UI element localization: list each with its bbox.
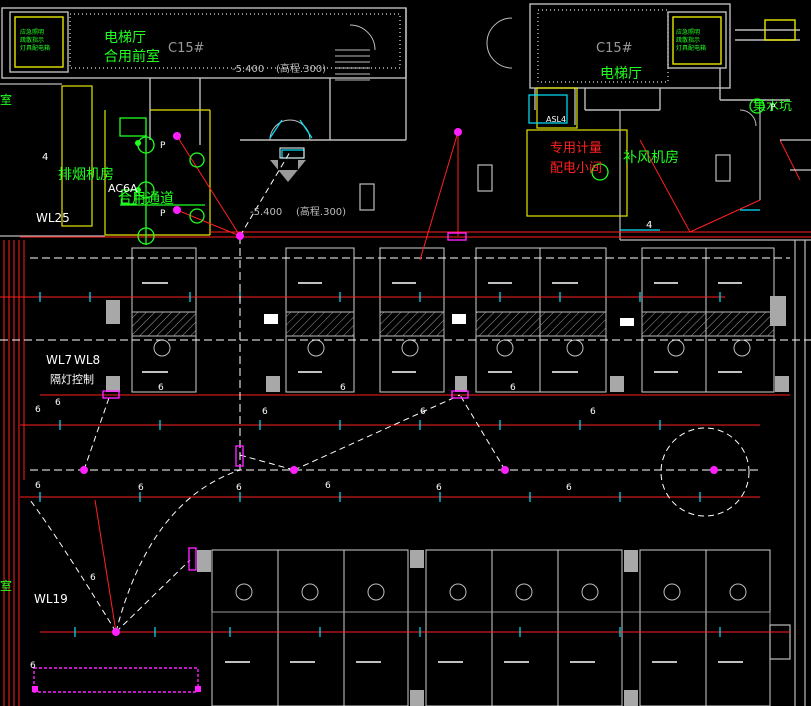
- circuit-wl25: WL25: [36, 211, 70, 225]
- svg-text:6: 6: [590, 407, 596, 417]
- elev-mid: -5.400: [250, 207, 282, 218]
- box-label-left-2: 疏散指示: [20, 36, 44, 44]
- box-label-right-3: 灯具配电箱: [676, 44, 706, 52]
- circuit-wl19: WL19: [34, 592, 68, 606]
- box-label-left-3: 灯具配电箱: [20, 44, 50, 52]
- p-mark-2: P: [160, 209, 166, 219]
- code-label-left: C15#: [168, 41, 205, 56]
- elev-top-note: (高程.300): [276, 62, 326, 75]
- elev-mid-note: (高程.300): [296, 205, 346, 218]
- svg-text:6: 6: [35, 405, 41, 415]
- car-symbols-lower: [235, 583, 747, 601]
- room-label-dedicated-1: 专用计量: [550, 141, 602, 156]
- columns-upper: [106, 296, 789, 392]
- svg-text:6: 6: [90, 573, 96, 583]
- elev-top: -5.400: [232, 64, 264, 75]
- room-label-fragment: 室: [0, 92, 12, 107]
- svg-text:6: 6: [420, 407, 426, 417]
- svg-text:6: 6: [138, 483, 144, 493]
- box-label-right-1: 应急照明: [676, 28, 700, 36]
- stair-treads: [335, 49, 370, 81]
- floor-plan-svg: 电梯厅 合用前室 C15# C15# 电梯厅 排烟机房 合用通道 AC6A 专用…: [0, 3, 811, 706]
- svg-text:6: 6: [236, 483, 242, 493]
- svg-text:6: 6: [566, 483, 572, 493]
- circuit-num-4b: 4: [646, 220, 652, 231]
- svg-text:6: 6: [262, 407, 268, 417]
- top-walls: [1, 3, 800, 145]
- room-label-fresh-air: 补风机房: [623, 150, 679, 166]
- cad-drawing-canvas: 电梯厅 合用前室 C15# C15# 电梯厅 排烟机房 合用通道 AC6A 专用…: [0, 0, 811, 706]
- svg-text:6: 6: [158, 383, 164, 393]
- fixture-boxes: [33, 232, 469, 693]
- stripes-right-top: [780, 139, 811, 171]
- room-label-lobby-left-1: 电梯厅: [104, 30, 146, 46]
- svg-text:6: 6: [325, 481, 331, 491]
- entry-arrow-icon: [270, 160, 306, 182]
- columns-lower: [197, 550, 638, 706]
- left-red-band: [3, 240, 25, 706]
- car-symbols-upper: [153, 339, 751, 357]
- dashed-centerlines: [0, 236, 811, 471]
- ac-label: AC6A: [108, 182, 138, 195]
- box-label-right-2: 疏散指示: [676, 36, 700, 44]
- parking-lower: [211, 549, 771, 706]
- svg-text:6: 6: [510, 383, 516, 393]
- code-label-right: C15#: [596, 41, 633, 56]
- p-mark-1: P: [160, 141, 166, 151]
- circuit-wl7: WL7: [46, 353, 72, 367]
- small-panel-label: ASL4: [546, 115, 566, 124]
- svg-text:6: 6: [35, 481, 41, 491]
- circuit-num-4: 4: [42, 152, 48, 163]
- svg-text:6: 6: [55, 398, 61, 408]
- svg-text:6: 6: [30, 661, 36, 671]
- room-label-lobby-left-2: 合用前室: [104, 48, 160, 65]
- room-label-exhaust: 排烟机房: [58, 167, 114, 183]
- svg-text:6: 6: [340, 383, 346, 393]
- green-equipment: [119, 98, 765, 245]
- fixture-box-ends: [32, 686, 201, 692]
- cable-runs: [0, 231, 811, 633]
- circuit-note: 隔灯控制: [50, 372, 94, 386]
- room-label-fragment-lower: 室: [0, 578, 12, 593]
- circuit-wl8: WL8: [74, 353, 100, 367]
- box-label-left-1: 应急照明: [20, 28, 44, 36]
- p-mark-3: P: [770, 103, 776, 113]
- room-label-dedicated-2: 配电小间: [550, 161, 602, 176]
- svg-text:6: 6: [436, 483, 442, 493]
- room-label-elevator-right: 电梯厅: [600, 66, 642, 82]
